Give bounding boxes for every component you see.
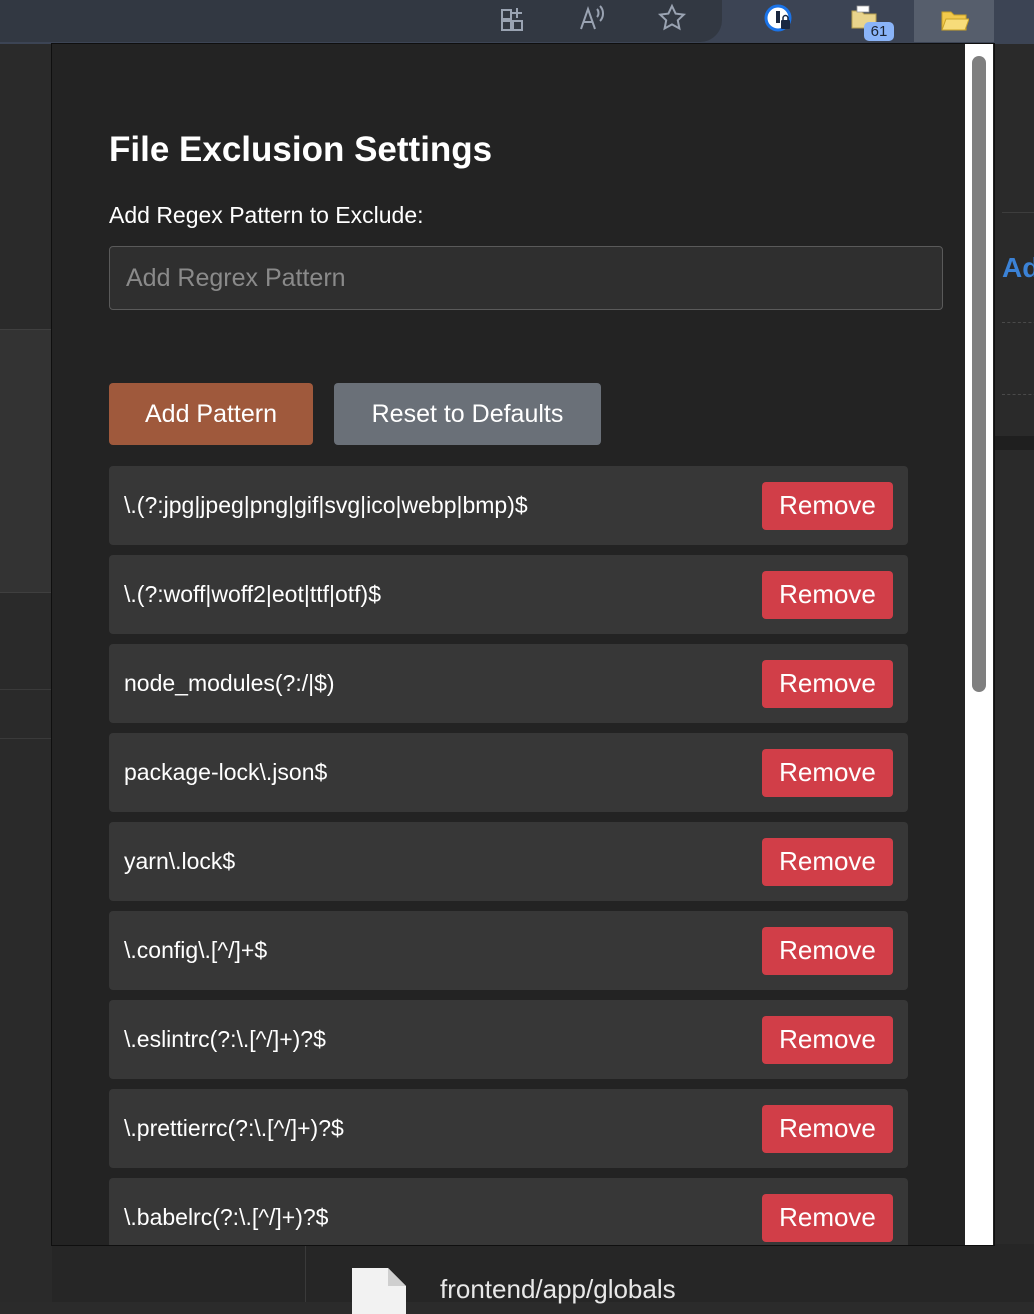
pattern-text: \.babelrc(?:\.[^/]+)?$ xyxy=(124,1204,329,1230)
remove-button[interactable]: Remove xyxy=(762,926,893,975)
background-file-name[interactable]: frontend/app/globals xyxy=(440,1274,676,1305)
list-item: \.babelrc(?:\.[^/]+)?$ Remove xyxy=(109,1178,908,1245)
pattern-text: node_modules(?:/|$) xyxy=(124,670,335,696)
pattern-text: \.(?:jpg|jpeg|png|gif|svg|ico|webp|bmp)$ xyxy=(124,492,528,518)
add-pattern-button[interactable]: Add Pattern xyxy=(109,383,313,445)
file-icon xyxy=(352,1268,406,1314)
remove-button[interactable]: Remove xyxy=(762,837,893,886)
file-exclusion-popup: File Exclusion Settings Add Regex Patter… xyxy=(51,43,995,1246)
favorite-star-icon[interactable] xyxy=(654,2,690,34)
pattern-text: package-lock\.json$ xyxy=(124,759,328,785)
remove-button[interactable]: Remove xyxy=(762,748,893,797)
remove-button[interactable]: Remove xyxy=(762,1193,893,1242)
active-extension-button[interactable] xyxy=(914,0,994,42)
pattern-text: yarn\.lock$ xyxy=(124,848,236,874)
background-panel-band xyxy=(0,689,52,739)
pattern-list: \.(?:jpg|jpeg|png|gif|svg|ico|webp|bmp)$… xyxy=(109,466,908,1245)
background-divider xyxy=(1002,394,1034,395)
remove-button[interactable]: Remove xyxy=(762,1104,893,1153)
page-title: File Exclusion Settings xyxy=(109,130,493,169)
reset-defaults-button[interactable]: Reset to Defaults xyxy=(334,383,601,445)
remove-button[interactable]: Remove xyxy=(762,659,893,708)
read-aloud-icon[interactable] xyxy=(574,2,610,34)
background-right-panel: Ad xyxy=(994,44,1034,1302)
list-item: node_modules(?:/|$) Remove xyxy=(109,644,908,723)
remove-button[interactable]: Remove xyxy=(762,481,893,530)
remove-button[interactable]: Remove xyxy=(762,1015,893,1064)
background-panel-band xyxy=(0,329,52,593)
regex-pattern-input[interactable] xyxy=(109,246,943,310)
background-file-row: frontend/app/globals xyxy=(52,1244,1034,1314)
list-item: \.prettierrc(?:\.[^/]+)?$ Remove xyxy=(109,1089,908,1168)
password-manager-icon[interactable] xyxy=(760,2,796,34)
background-partial-link[interactable]: Ad xyxy=(1002,252,1034,284)
list-item: yarn\.lock$ Remove xyxy=(109,822,908,901)
pattern-text: \.(?:woff|woff2|eot|ttf|otf)$ xyxy=(124,581,382,607)
background-dark-strip xyxy=(994,436,1034,450)
pattern-text: \.prettierrc(?:\.[^/]+)?$ xyxy=(124,1115,344,1141)
background-separator xyxy=(305,1244,306,1302)
list-item: \.config\.[^/]+$ Remove xyxy=(109,911,908,990)
remove-button[interactable]: Remove xyxy=(762,570,893,619)
pattern-text: \.config\.[^/]+$ xyxy=(124,937,268,963)
extension-count-badge: 61 xyxy=(864,22,894,41)
background-divider xyxy=(1002,212,1034,213)
list-item: package-lock\.json$ Remove xyxy=(109,733,908,812)
list-item: \.eslintrc(?:\.[^/]+)?$ Remove xyxy=(109,1000,908,1079)
pattern-input-label: Add Regex Pattern to Exclude: xyxy=(109,202,424,228)
address-bar-area xyxy=(0,0,722,42)
browser-toolbar: 61 xyxy=(0,0,1034,44)
list-item: \.(?:jpg|jpeg|png|gif|svg|ico|webp|bmp)$… xyxy=(109,466,908,545)
split-screen-icon[interactable] xyxy=(494,2,530,34)
list-item: \.(?:woff|woff2|eot|ttf|otf)$ Remove xyxy=(109,555,908,634)
background-divider xyxy=(1002,322,1034,323)
background-left-panel xyxy=(0,44,52,1302)
pattern-text: \.eslintrc(?:\.[^/]+)?$ xyxy=(124,1026,326,1052)
open-folder-icon xyxy=(936,4,972,36)
scrollbar-thumb[interactable] xyxy=(972,56,986,692)
